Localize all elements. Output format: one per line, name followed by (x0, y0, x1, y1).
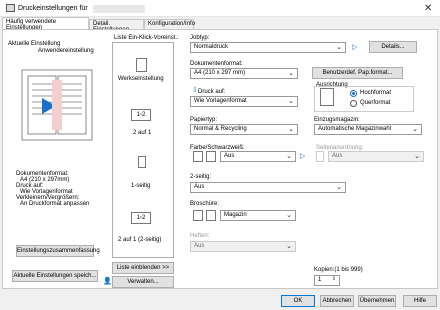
duplex-label: 2-seitig: (190, 174, 212, 180)
paper-type-label: Papiertyp: (190, 117, 218, 123)
arrow-down-icon: ⇩ (192, 87, 198, 94)
chevron-down-icon: ⌄ (336, 44, 342, 51)
doc-size-select[interactable]: A4 (210 x 297 mm) ⌄ (190, 68, 298, 79)
current-setting-name: Anwendereinstellung (38, 48, 94, 54)
radio-portrait[interactable] (350, 90, 357, 97)
print-on-label: Druck auf: (198, 89, 226, 95)
input-tray-select[interactable]: Automatische Magazinwahl ⌄ (314, 124, 422, 135)
details-button[interactable]: Details... (369, 41, 417, 53)
close-icon[interactable]: ✕ (424, 3, 432, 14)
brochure-icon-1 (193, 210, 203, 221)
window-title: Druckeinstellungen für (18, 5, 88, 12)
chevron-down-icon: ⌄ (286, 153, 292, 160)
job-type-select[interactable]: Normaldruck ⌄ (190, 42, 346, 53)
title-bar: Druckeinstellungen für ✕ (0, 0, 440, 17)
summary-button[interactable]: Einstellungszusammenfassung (16, 245, 100, 257)
doc-size-value: A4 (210 x 297 mm) (194, 70, 246, 76)
oneclick-item-factory[interactable]: Werkseinstellung (118, 76, 164, 82)
paper-type-select[interactable]: Normal & Recycling ⌄ (190, 124, 298, 135)
print-preview (16, 58, 98, 158)
chevron-down-icon: ⌄ (286, 243, 292, 250)
printer-icon (6, 4, 15, 12)
oneclick-item-2on1[interactable]: 2 auf 1 (133, 130, 151, 136)
tab-bar: Häufig verwendete Einstellungen Detail. … (0, 17, 440, 33)
single-sided-icon[interactable] (138, 156, 146, 168)
print-on-select[interactable]: Wie Vorlagenformat ⌄ (190, 96, 298, 107)
printer-name-redacted (93, 5, 145, 13)
chevron-down-icon: ⌄ (288, 126, 294, 133)
spinner-icon[interactable]: ⇕ (332, 276, 336, 282)
tab-common[interactable]: Häufig verwendete Einstellungen (2, 17, 89, 31)
summary-line-6: An Druckformat anpassen (20, 201, 90, 207)
staple-label: Heften: (190, 233, 210, 239)
page-order-value: Aus (332, 153, 343, 159)
two-up-duplex-icon[interactable]: 1▫2 (131, 212, 151, 224)
oneclick-item-2on1-duplex[interactable]: 2 auf 1 (2-seitig) (118, 237, 161, 243)
two-up-icon[interactable]: 1▫2 (131, 109, 151, 121)
copies-input[interactable]: 1 ⇕ (314, 275, 340, 286)
job-type-label: Jobtyp: (190, 35, 210, 41)
help-button[interactable]: Hilfe (403, 295, 437, 307)
color-value: Aus (224, 153, 235, 159)
copies-value: 1 (318, 277, 322, 283)
user-icon: 👤 (103, 278, 112, 285)
paper-type-value: Normal & Recycling (194, 126, 247, 132)
chevron-down-icon: ⌄ (414, 153, 420, 160)
ok-button[interactable]: OK (281, 295, 315, 307)
copies-label: Kopien:(1 bis 999) (314, 267, 363, 273)
staple-select: Aus ⌄ (190, 241, 296, 252)
oneclick-list (112, 42, 174, 258)
factory-default-icon[interactable] (136, 58, 147, 72)
page-order-select: Aus ⌄ (328, 151, 424, 162)
chevron-down-icon: ⌄ (286, 212, 292, 219)
chevron-down-icon: ⌄ (336, 184, 342, 191)
arrow-right-icon: ▷ (352, 44, 358, 51)
brochure-label: Broschüre: (190, 201, 220, 207)
apply-button[interactable]: Übernehmen (358, 295, 396, 307)
input-tray-value: Automatische Magazinwahl (318, 126, 392, 132)
page-order-icon (316, 151, 324, 162)
doc-size-label: Dokumentenformat: (190, 61, 243, 67)
layout-icon-2 (206, 151, 216, 162)
tab-config[interactable]: Konfiguration/Info (144, 19, 195, 29)
booklet-preview-icon (21, 69, 93, 141)
duplex-value: Aus (194, 184, 205, 190)
print-on-value: Wie Vorlagenformat (194, 98, 247, 104)
job-type-value: Normaldruck (194, 44, 229, 50)
input-tray-label: Einzugsmagazin: (314, 117, 360, 123)
brochure-select[interactable]: Magazin ⌄ (220, 210, 296, 221)
staple-value: Aus (194, 243, 205, 249)
orientation-landscape-label[interactable]: Querformat (360, 100, 390, 106)
brochure-icon-2 (206, 210, 216, 221)
tab-detail[interactable]: Detail. Einstellungen (89, 19, 144, 33)
color-select[interactable]: Aus ⌄ (220, 151, 296, 162)
custom-paper-button[interactable]: Benutzerdef. Pap.format... (312, 67, 403, 79)
page-orientation-icon (320, 88, 334, 106)
cancel-button[interactable]: Abbrechen (320, 295, 354, 307)
chevron-down-icon: ⌄ (288, 70, 294, 77)
orientation-portrait-label[interactable]: Hochformat (360, 90, 391, 96)
oneclick-item-1sided[interactable]: 1-seitig (131, 183, 150, 189)
duplex-select[interactable]: Aus ⌄ (190, 182, 346, 193)
chevron-down-icon: ⌄ (288, 98, 294, 105)
radio-dot (352, 92, 355, 95)
chevron-down-icon: ⌄ (412, 126, 418, 133)
manage-button[interactable]: Verwalten... (112, 276, 174, 288)
radio-landscape[interactable] (350, 100, 357, 107)
save-settings-button[interactable]: Aktuelle Einstellungen speich... (12, 270, 98, 282)
show-list-button[interactable]: Liste einblenden >> (112, 262, 174, 274)
arrow-right-icon: ▷ (300, 153, 306, 160)
oneclick-title: Liste Ein-Klick-Voreinst.: (114, 35, 179, 41)
current-setting-label: Aktuelle Einstellung (8, 41, 61, 47)
layout-icon-1 (193, 151, 203, 162)
brochure-value: Magazin (224, 212, 247, 218)
